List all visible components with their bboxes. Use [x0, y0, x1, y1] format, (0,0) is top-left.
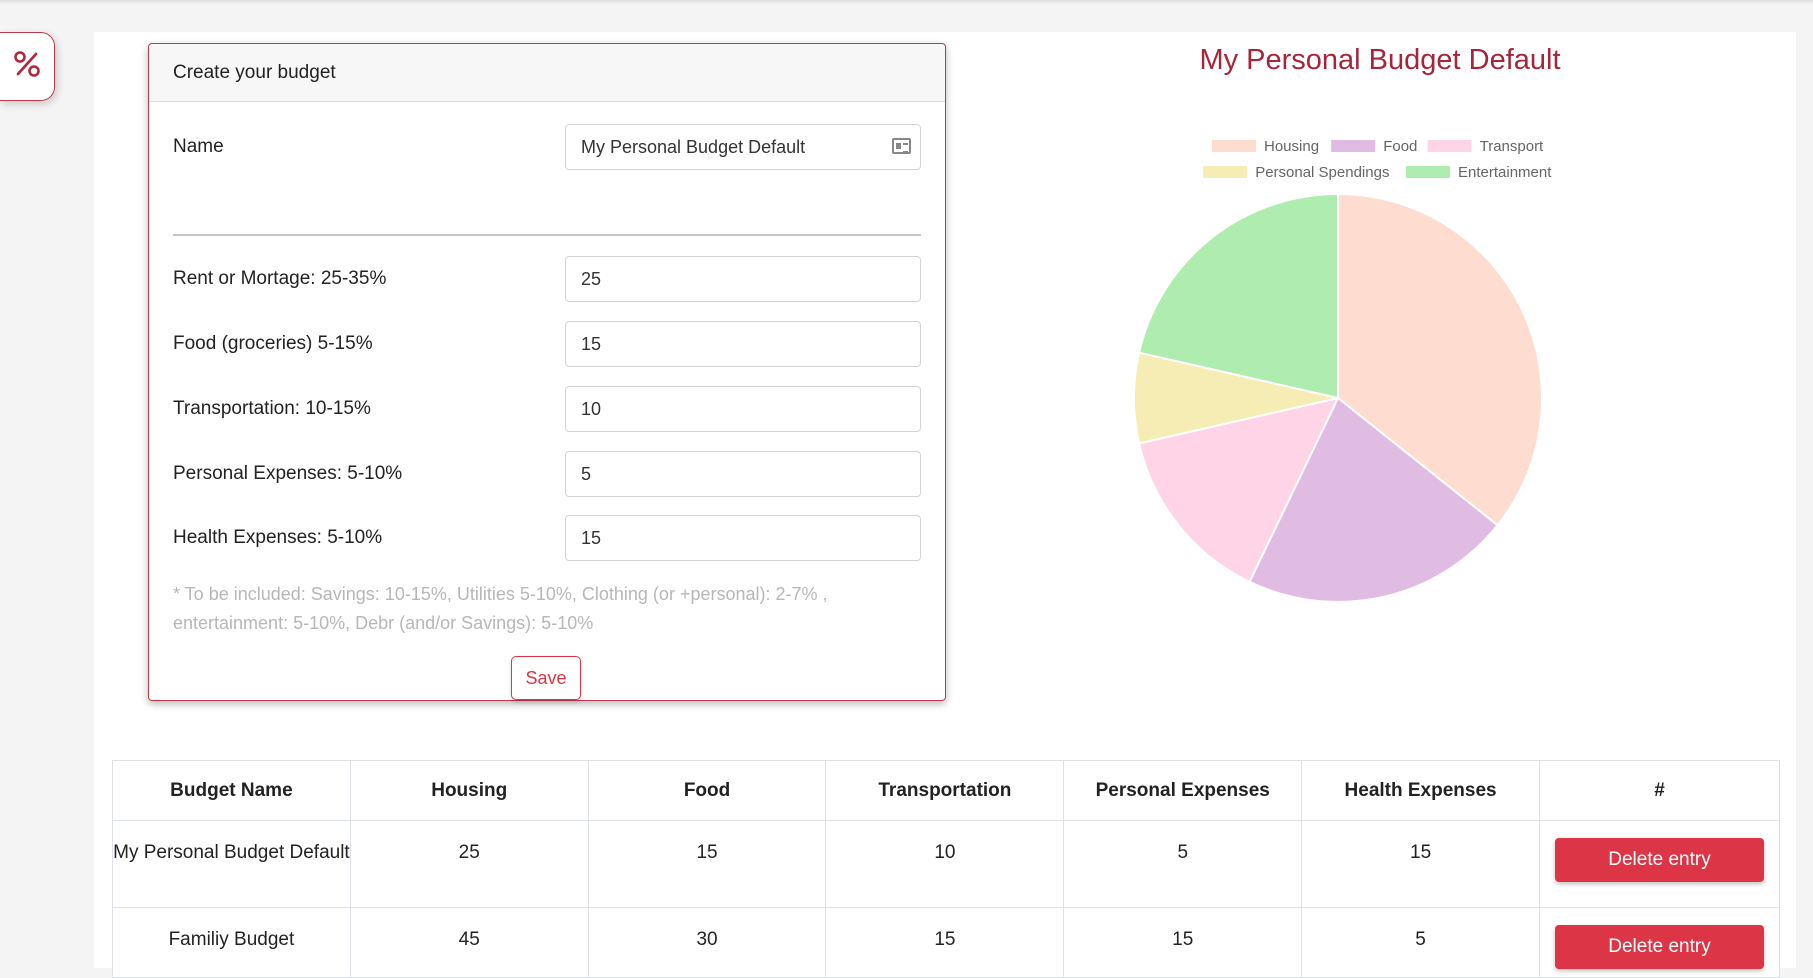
legend-swatch [1427, 140, 1472, 152]
health-expenses-input[interactable] [565, 515, 921, 561]
create-budget-card: Create your budget Name Rent or Mortage:… [148, 43, 946, 701]
cell-personal-expenses: 5 [1063, 820, 1303, 908]
cell-actions: Delete entry [1538, 907, 1781, 978]
cell-health-expenses: 15 [1301, 820, 1540, 908]
chart-title: My Personal Budget Default [1199, 44, 1561, 76]
cell-food: 15 [587, 820, 827, 908]
transportation-row: Transportation: 10-15% [173, 386, 921, 432]
personal-expenses-row: Personal Expenses: 5-10% [173, 451, 921, 497]
header-health-expenses: Health Expenses [1301, 760, 1540, 821]
table-row: Familiy Budget 45 30 15 15 5 Delete entr… [112, 907, 1781, 978]
cell-housing: 45 [349, 907, 589, 978]
header-budget-name: Budget Name [112, 760, 351, 821]
header-personal-expenses: Personal Expenses [1063, 760, 1303, 821]
legend-swatch [1203, 166, 1248, 178]
cell-transportation: 10 [825, 820, 1065, 908]
cell-housing: 25 [349, 820, 589, 908]
card-header: Create your budget [149, 44, 945, 102]
rent-row: Rent or Mortage: 25-35% [173, 256, 921, 302]
legend-label: Personal Spendings [1255, 164, 1389, 181]
cell-health-expenses: 5 [1301, 907, 1540, 978]
delete-entry-button[interactable]: Delete entry [1554, 838, 1764, 882]
cell-transportation: 15 [825, 907, 1065, 978]
top-bar-shadow [0, 0, 1813, 4]
table-header-row: Budget Name Housing Food Transportation … [112, 760, 1781, 821]
cell-actions: Delete entry [1538, 820, 1781, 908]
percent-fab-button[interactable] [0, 32, 55, 101]
delete-entry-button[interactable]: Delete entry [1554, 925, 1764, 969]
legend-item[interactable]: Entertainment [1406, 164, 1552, 181]
name-row: Name [173, 124, 921, 170]
name-input[interactable] [565, 124, 921, 170]
percent-icon [12, 49, 42, 84]
food-label: Food (groceries) 5-15% [173, 333, 373, 354]
legend-swatch [1406, 166, 1450, 178]
note-line-2: entertainment: 5-10%, Debr (and/or Savin… [173, 613, 594, 633]
food-input[interactable] [565, 321, 921, 367]
legend-swatch [1212, 140, 1256, 152]
header-transportation: Transportation [825, 760, 1065, 821]
legend-item[interactable]: Food [1331, 138, 1417, 155]
name-label: Name [173, 136, 224, 157]
health-expenses-row: Health Expenses: 5-10% [173, 515, 921, 561]
legend-label: Food [1383, 138, 1417, 155]
cell-budget-name: Familiy Budget [112, 907, 351, 978]
personal-expenses-input[interactable] [565, 451, 921, 497]
table-row: My Personal Budget Default 25 15 10 5 15… [112, 820, 1781, 908]
personal-expenses-label: Personal Expenses: 5-10% [173, 463, 403, 484]
contact-card-icon [892, 138, 911, 154]
header-food: Food [587, 760, 827, 821]
budget-note: * To be included: Savings: 10-15%, Utili… [173, 580, 893, 638]
cell-budget-name: My Personal Budget Default [112, 820, 351, 908]
legend-label: Transport [1480, 138, 1544, 155]
cell-food: 30 [587, 907, 827, 978]
legend-item[interactable]: Housing [1212, 138, 1319, 155]
transportation-input[interactable] [565, 386, 921, 432]
food-row: Food (groceries) 5-15% [173, 321, 921, 367]
note-line-1: * To be included: Savings: 10-15%, Utili… [173, 584, 828, 604]
legend-item[interactable]: Personal Spendings [1203, 164, 1389, 181]
cell-personal-expenses: 15 [1063, 907, 1303, 978]
rent-input[interactable] [565, 256, 921, 302]
legend-label: Entertainment [1458, 164, 1552, 181]
save-button[interactable]: Save [511, 656, 581, 700]
legend-label: Housing [1264, 138, 1319, 155]
pie-chart: Housing Food Transport Personal Spendings En… [1133, 138, 1552, 603]
legend-swatch [1331, 140, 1376, 152]
header-housing: Housing [349, 760, 589, 821]
health-expenses-label: Health Expenses: 5-10% [173, 527, 383, 548]
transportation-label: Transportation: 10-15% [173, 398, 371, 419]
form-divider [173, 234, 921, 236]
legend-item[interactable]: Transport [1427, 138, 1544, 155]
header-actions: # [1538, 760, 1781, 821]
budget-table: Budget Name Housing Food Transportation … [112, 760, 1781, 978]
rent-label: Rent or Mortage: 25-35% [173, 268, 387, 289]
